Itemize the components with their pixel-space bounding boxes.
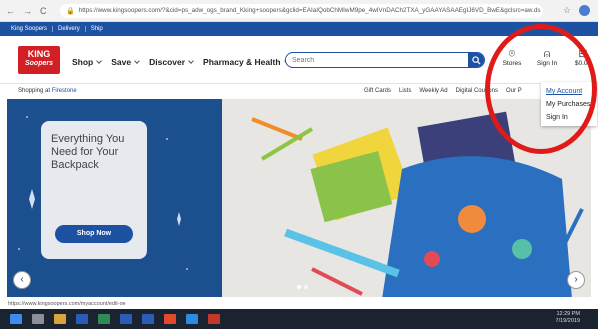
app-icon-2[interactable] <box>208 314 220 324</box>
outlook-icon[interactable] <box>120 314 132 324</box>
menu-pharmacy[interactable]: Pharmacy & Health <box>203 57 290 67</box>
quick-links: Gift Cards Lists Weekly Ad Digital Coupo… <box>364 88 522 94</box>
promo-card: Everything You Need for Your Backpack Sh… <box>41 121 147 259</box>
status-bar-url: https://www.kingsoopers.com/myaccount/ed… <box>8 301 126 307</box>
utility-link-ship[interactable]: Ship <box>86 26 108 32</box>
menu-discover[interactable]: Discover <box>149 57 194 67</box>
user-icon: ⍝ <box>543 48 551 60</box>
utility-link-home[interactable]: King Soopers <box>6 26 54 32</box>
word-icon[interactable] <box>76 314 88 324</box>
clock[interactable]: 12:29 PM 7/19/2019 <box>556 311 580 325</box>
backpack-photo <box>222 99 591 297</box>
chevron-down-icon <box>188 58 194 64</box>
search-input[interactable] <box>286 56 468 64</box>
chevron-down-icon <box>134 58 140 64</box>
menu-shop[interactable]: Shop <box>72 57 103 67</box>
my-purchases-link[interactable]: My Purchases <box>546 98 592 111</box>
back-icon[interactable]: ← <box>6 6 15 16</box>
menu-save[interactable]: Save <box>111 57 140 67</box>
main-menu: Shop Save Discover Pharmacy & Health <box>72 57 290 67</box>
search-icon <box>471 55 481 65</box>
url-text: https://www.kingsoopers.com/?&cid=ps_adw… <box>78 7 541 14</box>
utility-link-delivery[interactable]: Delivery <box>53 26 86 32</box>
stores-button[interactable]: ⌾ Stores <box>495 48 529 67</box>
link-gift-cards[interactable]: Gift Cards <box>364 88 391 94</box>
bookmark-star-icon[interactable]: ☆ <box>563 5 571 16</box>
location-pin-icon: ⌾ <box>508 48 516 60</box>
start-icon[interactable] <box>10 314 22 324</box>
account-dropdown: My Account My Purchases Sign In <box>541 82 597 126</box>
search-taskbar-icon[interactable] <box>32 314 44 324</box>
chrome-icon[interactable] <box>164 314 176 324</box>
search-box <box>285 52 485 68</box>
next-slide-button[interactable]: › <box>567 271 585 289</box>
prev-slide-button[interactable]: ‹ <box>13 271 31 289</box>
store-bar: Shopping at Firestone Gift Cards Lists W… <box>0 84 598 98</box>
link-our[interactable]: Our P <box>506 88 522 94</box>
cart-icon: ⊟ <box>578 48 588 60</box>
cart-button[interactable]: ⊟ $0.00 <box>566 48 598 67</box>
taskbar: 12:29 PM 7/19/2019 <box>0 309 598 329</box>
hero-headline: Everything You Need for Your Backpack <box>51 133 125 171</box>
link-digital-coupons[interactable]: Digital Coupons <box>456 88 498 94</box>
utility-bar: King Soopers Delivery Ship <box>0 22 598 36</box>
link-weekly-ad[interactable]: Weekly Ad <box>419 88 447 94</box>
my-account-link[interactable]: My Account <box>546 85 592 98</box>
store-selector[interactable]: Shopping at Firestone <box>0 88 77 94</box>
address-bar[interactable]: 🔒 https://www.kingsoopers.com/?&cid=ps_a… <box>60 3 543 18</box>
pager-dot[interactable] <box>297 285 301 289</box>
file-explorer-icon[interactable] <box>54 314 66 324</box>
excel-icon[interactable] <box>98 314 110 324</box>
app-icon[interactable] <box>142 314 154 324</box>
chevron-down-icon <box>96 58 103 64</box>
profile-avatar[interactable] <box>579 5 590 16</box>
edge-icon[interactable] <box>186 314 198 324</box>
lock-icon: 🔒 <box>66 7 75 15</box>
site-header: KING Soopers Shop Save Discover Pharmacy… <box>0 36 598 84</box>
school-supplies-illustration <box>251 111 584 297</box>
sign-in-button[interactable]: ⍝ Sign In <box>530 48 564 67</box>
sign-in-link[interactable]: Sign In <box>546 111 592 124</box>
forward-icon[interactable]: → <box>23 6 32 16</box>
search-button[interactable] <box>468 53 484 67</box>
carousel-pager <box>297 285 308 289</box>
shop-now-button[interactable]: Shop Now <box>55 225 133 243</box>
reload-icon[interactable]: C <box>40 6 47 16</box>
link-lists[interactable]: Lists <box>399 88 411 94</box>
pager-dot[interactable] <box>304 285 308 289</box>
browser-toolbar: ← → C 🔒 https://www.kingsoopers.com/?&ci… <box>0 0 598 22</box>
hero-banner: Everything You Need for Your Backpack Sh… <box>7 99 591 297</box>
king-soopers-logo[interactable]: KING Soopers <box>18 46 60 74</box>
